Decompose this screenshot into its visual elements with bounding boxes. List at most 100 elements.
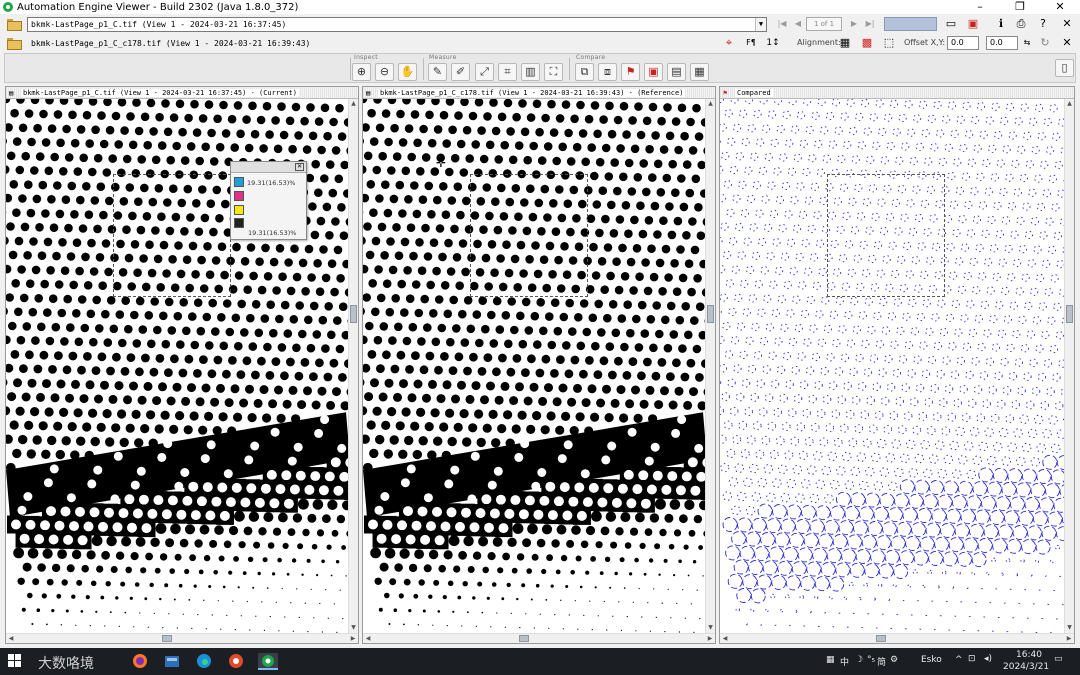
info-icon[interactable]: ℹ	[994, 17, 1008, 31]
clock-time[interactable]: 16:40	[1016, 650, 1042, 660]
scroll-right-icon[interactable]: ▶	[1064, 634, 1074, 643]
windows-start-icon[interactable]	[8, 654, 22, 671]
font-icon[interactable]: F¶	[744, 36, 758, 50]
bounding-box-icon[interactable]: ⬚	[882, 36, 896, 50]
minimize-button[interactable]: –	[960, 0, 1000, 14]
compared-panel-title-bar: ⚑ Compared	[720, 87, 1074, 99]
grid-measure-icon[interactable]: ▥	[521, 63, 540, 81]
print-icon[interactable]: ⎙	[1014, 17, 1028, 31]
close-reference-icon[interactable]: ✕	[1060, 36, 1074, 50]
pan-hand-icon[interactable]: ✋	[398, 63, 417, 81]
scroll-thumb[interactable]	[162, 635, 172, 642]
notification-icon[interactable]: ▭	[1054, 654, 1063, 664]
reset-icon[interactable]: ↻	[1038, 36, 1052, 50]
overlay-icon[interactable]: ▣	[966, 17, 980, 31]
panel-toggle-icon[interactable]: ▯	[1055, 59, 1074, 77]
eyedropper-icon[interactable]: ⤢	[475, 63, 494, 81]
selection-rectangle[interactable]	[827, 174, 945, 297]
horizontal-scrollbar[interactable]: ◀ ▶	[6, 633, 358, 643]
prev-page-button[interactable]: ◀	[792, 17, 804, 30]
compared-image-canvas[interactable]	[720, 99, 1064, 633]
reference-image-canvas[interactable]: ✛	[363, 99, 705, 633]
compare-a-icon[interactable]: ⧉	[575, 63, 594, 81]
compare-flag-icon[interactable]: ⚑	[621, 63, 640, 81]
ime-mode[interactable]: 中	[840, 655, 849, 668]
close-view-icon[interactable]: ✕	[1060, 17, 1074, 31]
automation-engine-taskbar-button[interactable]	[258, 653, 278, 670]
horizontal-scrollbar[interactable]: ◀ ▶	[720, 633, 1074, 643]
last-page-button[interactable]: ▶|	[864, 17, 876, 30]
network-icon[interactable]: ⊡	[968, 654, 976, 664]
help-icon[interactable]: ?	[1036, 17, 1050, 31]
current-file-select[interactable]: bkmk-LastPage_p1_C.tif (View 1 - 2024-03…	[27, 17, 767, 32]
scroll-left-icon[interactable]: ◀	[363, 634, 373, 643]
file-explorer-icon[interactable]	[164, 653, 180, 670]
moon-icon[interactable]: ☽	[855, 655, 863, 665]
watermark-text: 大数咯境	[38, 656, 94, 672]
compare-c-icon[interactable]: ▣	[644, 63, 663, 81]
ime-script[interactable]: 简	[877, 655, 886, 668]
clock-date[interactable]: 2024/3/21	[1003, 662, 1049, 672]
scroll-down-icon[interactable]: ▼	[706, 623, 715, 633]
grid-crop-icon[interactable]: ⛶	[544, 63, 563, 81]
densitometer-popup[interactable]: ✕ 19.31(16.53)% 19.31(16.53)%	[230, 161, 307, 240]
punctuation-icon[interactable]: °₅	[867, 655, 875, 665]
scroll-left-icon[interactable]: ◀	[720, 634, 730, 643]
open-folder-icon[interactable]	[7, 19, 22, 31]
densitometer-header[interactable]: ✕	[231, 162, 306, 173]
scroll-thumb[interactable]	[876, 635, 886, 642]
scroll-up-icon[interactable]: ▲	[1065, 99, 1074, 109]
scroll-left-icon[interactable]: ◀	[6, 634, 16, 643]
scroll-thumb[interactable]	[350, 305, 357, 323]
crosshair-icon[interactable]: ⌖	[722, 36, 736, 50]
densitometer-icon[interactable]: ⌗	[498, 63, 517, 81]
chevron-up-icon[interactable]: ^	[955, 655, 963, 665]
selection-rectangle[interactable]	[113, 174, 231, 297]
close-icon[interactable]: ✕	[295, 163, 304, 171]
zoom-out-icon[interactable]: ⊖	[375, 63, 394, 81]
offset-x-input[interactable]: 0.0	[947, 36, 979, 50]
scroll-thumb[interactable]	[707, 305, 714, 323]
number-icon[interactable]: 1↕	[766, 36, 780, 50]
alignment-grid-icon[interactable]: ▦	[838, 36, 852, 50]
dense-eyedropper-icon[interactable]: ✐	[451, 63, 470, 81]
total-value: 19.31(16.53)%	[248, 229, 297, 237]
zoom-in-icon[interactable]: ⊕	[352, 63, 371, 81]
offset-y-input[interactable]: 0.0	[986, 36, 1018, 50]
scroll-right-icon[interactable]: ▶	[348, 634, 358, 643]
first-page-button[interactable]: |◀	[776, 17, 788, 30]
black-swatch	[234, 218, 244, 228]
scroll-right-icon[interactable]: ▶	[705, 634, 715, 643]
browser-icon[interactable]	[228, 653, 244, 670]
selection-rectangle[interactable]	[470, 174, 588, 297]
keyboard-icon[interactable]: ▦	[826, 655, 835, 665]
firefox-icon[interactable]	[132, 653, 148, 670]
maximize-button[interactable]: ❐	[1000, 0, 1040, 14]
compare-d-icon[interactable]: ▤	[667, 63, 686, 81]
settings-icon[interactable]: ⚙	[890, 655, 898, 665]
edge-icon[interactable]	[196, 653, 212, 670]
compare-e-icon[interactable]: ▦	[690, 63, 709, 81]
scroll-up-icon[interactable]: ▲	[706, 99, 715, 109]
vertical-scrollbar[interactable]: ▲ ▼	[348, 99, 358, 633]
close-button[interactable]: ✕	[1040, 0, 1080, 14]
open-reference-folder-icon[interactable]	[7, 38, 22, 50]
scroll-thumb[interactable]	[519, 635, 529, 642]
compare-b-icon[interactable]: ⧈	[598, 63, 617, 81]
offset-toggle-icon[interactable]: ⇆	[1020, 36, 1034, 50]
vertical-scrollbar[interactable]: ▲ ▼	[1064, 99, 1074, 633]
scroll-thumb[interactable]	[1066, 305, 1073, 323]
scroll-up-icon[interactable]: ▲	[349, 99, 358, 109]
next-page-button[interactable]: ▶	[848, 17, 860, 30]
scroll-down-icon[interactable]: ▼	[1065, 623, 1074, 633]
vertical-scrollbar[interactable]: ▲ ▼	[705, 99, 715, 633]
scroll-down-icon[interactable]: ▼	[349, 623, 358, 633]
horizontal-scrollbar[interactable]: ◀ ▶	[363, 633, 715, 643]
speaker-icon[interactable]: ◂)	[984, 654, 992, 664]
chevron-down-icon[interactable]: ▼	[755, 18, 766, 31]
window-icon[interactable]: ▭	[944, 17, 958, 31]
compare-flag-icon: ⚑	[723, 88, 728, 97]
taskbar: 大数咯境 ▦ 中 ☽ °₅ 简 ⚙ Esko ^ ⊡ ◂) 16:40 2024…	[0, 648, 1080, 675]
alignment-color-icon[interactable]: ▩	[860, 36, 874, 50]
ruler-icon[interactable]: ✎	[428, 63, 447, 81]
